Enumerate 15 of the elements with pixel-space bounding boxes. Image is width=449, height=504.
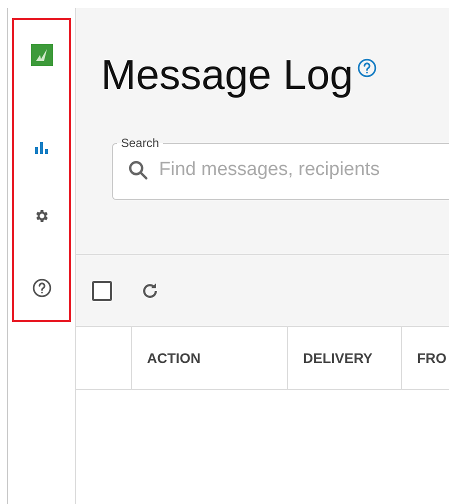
page-title: Message Log — [101, 50, 354, 100]
search-input[interactable]: Find messages, recipients — [159, 158, 449, 180]
search-field[interactable]: Search Find messages, recipients — [112, 136, 449, 200]
search-icon — [127, 158, 149, 180]
column-header[interactable]: FRO — [402, 327, 449, 390]
help-icon[interactable] — [32, 278, 52, 298]
help-icon[interactable] — [357, 58, 378, 78]
settings-icon[interactable] — [34, 208, 50, 224]
column-header[interactable]: ACTION — [132, 327, 288, 390]
refresh-icon[interactable] — [140, 280, 160, 300]
select-all-checkbox[interactable] — [92, 280, 112, 300]
search-label: Search — [120, 136, 160, 150]
column-header[interactable]: DELIVERY — [288, 327, 402, 390]
bar-chart-icon[interactable] — [34, 142, 48, 154]
logo-icon[interactable] — [30, 44, 52, 66]
